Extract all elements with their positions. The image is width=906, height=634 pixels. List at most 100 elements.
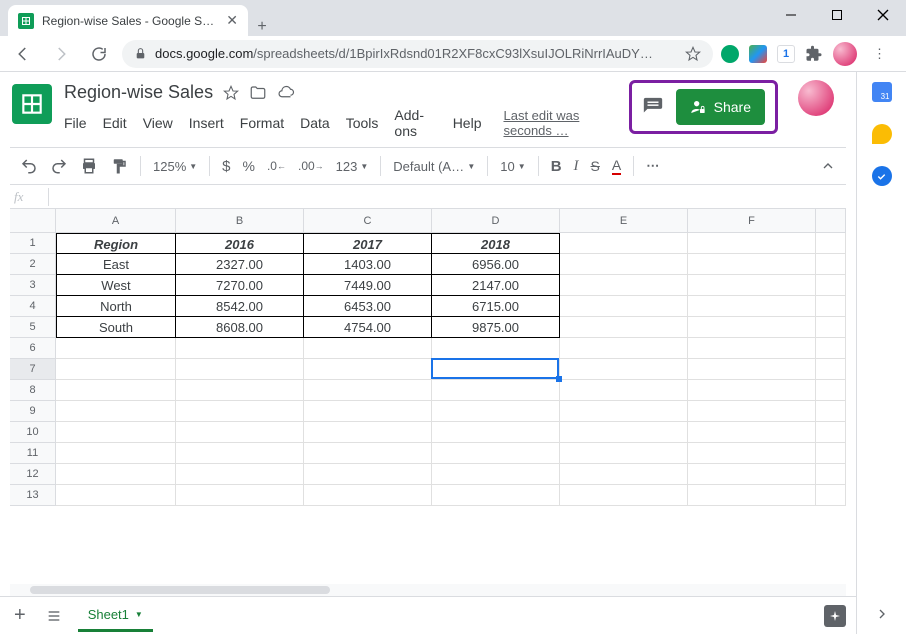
row-header[interactable]: 1 (10, 233, 56, 254)
cell[interactable]: 2327.00 (176, 254, 304, 275)
horizontal-scrollbar[interactable] (10, 584, 846, 596)
cell[interactable]: South (56, 317, 176, 338)
row-header[interactable]: 10 (10, 422, 56, 443)
row-header[interactable]: 9 (10, 401, 56, 422)
row-header[interactable]: 8 (10, 380, 56, 401)
last-edit-text[interactable]: Last edit was seconds … (503, 108, 620, 138)
bold-button[interactable]: B (547, 154, 566, 179)
cell[interactable]: 2016 (176, 233, 304, 254)
percent-button[interactable]: % (239, 154, 259, 178)
redo-button[interactable] (46, 153, 72, 179)
cell[interactable] (304, 380, 432, 401)
browser-tab[interactable]: Region-wise Sales - Google Shee ✕ (8, 5, 248, 36)
cell[interactable] (688, 338, 816, 359)
cell[interactable]: North (56, 296, 176, 317)
cell[interactable] (688, 443, 816, 464)
scrollbar-thumb[interactable] (30, 586, 330, 594)
address-bar[interactable]: docs.google.com/spreadsheets/d/1BpirIxRd… (122, 40, 713, 68)
col-header-C[interactable]: C (304, 209, 432, 233)
row-header[interactable]: 6 (10, 338, 56, 359)
col-header-B[interactable]: B (176, 209, 304, 233)
cloud-status-icon[interactable] (277, 84, 295, 102)
cell[interactable] (688, 233, 816, 254)
cell[interactable] (56, 338, 176, 359)
cell[interactable] (816, 296, 846, 317)
cell[interactable] (56, 485, 176, 506)
forward-button[interactable] (46, 39, 76, 69)
all-sheets-button[interactable] (42, 604, 66, 628)
cell[interactable] (304, 422, 432, 443)
spreadsheet-grid[interactable]: A B C D E F 1Region2016201720182East2327… (10, 209, 846, 584)
cell[interactable] (560, 317, 688, 338)
cell[interactable]: 4754.00 (304, 317, 432, 338)
decrease-decimal-button[interactable]: .0← (263, 155, 290, 177)
window-maximize[interactable] (814, 0, 860, 30)
doc-title[interactable]: Region-wise Sales (64, 82, 213, 103)
cell-grid[interactable]: 1Region2016201720182East2327.001403.0069… (10, 233, 846, 506)
cell[interactable] (56, 359, 176, 380)
menu-edit[interactable]: Edit (103, 115, 127, 131)
cell[interactable]: 2147.00 (432, 275, 560, 296)
cell[interactable] (816, 422, 846, 443)
cell[interactable] (816, 359, 846, 380)
cell[interactable]: 2018 (432, 233, 560, 254)
cell[interactable] (176, 380, 304, 401)
number-format-dropdown[interactable]: 123▼ (332, 159, 373, 174)
cell[interactable] (688, 317, 816, 338)
increase-decimal-button[interactable]: .00→ (294, 155, 328, 177)
cell[interactable] (688, 296, 816, 317)
cell[interactable] (432, 401, 560, 422)
cell[interactable]: West (56, 275, 176, 296)
row-header[interactable]: 13 (10, 485, 56, 506)
cell[interactable] (560, 485, 688, 506)
cell[interactable] (176, 422, 304, 443)
comments-icon[interactable] (642, 96, 664, 118)
select-all-corner[interactable] (10, 209, 56, 233)
formula-bar[interactable]: fx (10, 185, 846, 209)
cell[interactable] (560, 338, 688, 359)
close-icon[interactable]: ✕ (226, 12, 238, 29)
text-color-button[interactable]: A (608, 154, 625, 179)
italic-button[interactable]: I (570, 154, 583, 179)
side-panel-collapse[interactable] (874, 606, 890, 622)
cell[interactable] (688, 485, 816, 506)
col-header-D[interactable]: D (432, 209, 560, 233)
col-header-F[interactable]: F (688, 209, 816, 233)
cell[interactable] (560, 443, 688, 464)
cell[interactable] (56, 464, 176, 485)
cell[interactable] (816, 380, 846, 401)
cell[interactable] (560, 296, 688, 317)
cell[interactable] (176, 443, 304, 464)
cell[interactable] (176, 401, 304, 422)
profile-avatar-small[interactable] (833, 42, 857, 66)
new-tab-button[interactable]: + (248, 18, 276, 36)
col-header-partial[interactable] (816, 209, 846, 233)
ext-onetab-icon[interactable]: 1 (777, 45, 795, 63)
reload-button[interactable] (84, 39, 114, 69)
cell[interactable] (304, 338, 432, 359)
cell[interactable] (560, 401, 688, 422)
row-header[interactable]: 2 (10, 254, 56, 275)
cell[interactable] (816, 338, 846, 359)
menu-file[interactable]: File (64, 115, 87, 131)
account-avatar[interactable] (798, 80, 834, 116)
cell[interactable] (816, 443, 846, 464)
keep-icon[interactable] (872, 124, 892, 144)
cell[interactable]: 6453.00 (304, 296, 432, 317)
menu-data[interactable]: Data (300, 115, 330, 131)
cell[interactable] (432, 464, 560, 485)
menu-insert[interactable]: Insert (189, 115, 224, 131)
explore-button[interactable] (824, 605, 846, 627)
undo-button[interactable] (16, 153, 42, 179)
cell[interactable]: 9875.00 (432, 317, 560, 338)
cell[interactable]: 6956.00 (432, 254, 560, 275)
cell[interactable] (816, 485, 846, 506)
col-header-A[interactable]: A (56, 209, 176, 233)
move-folder-icon[interactable] (249, 84, 267, 102)
sheet-tab-active[interactable]: Sheet1 ▼ (78, 599, 153, 632)
cell[interactable] (304, 485, 432, 506)
cell[interactable] (816, 464, 846, 485)
tasks-icon[interactable] (872, 166, 892, 186)
cell[interactable] (56, 380, 176, 401)
cell[interactable] (688, 275, 816, 296)
